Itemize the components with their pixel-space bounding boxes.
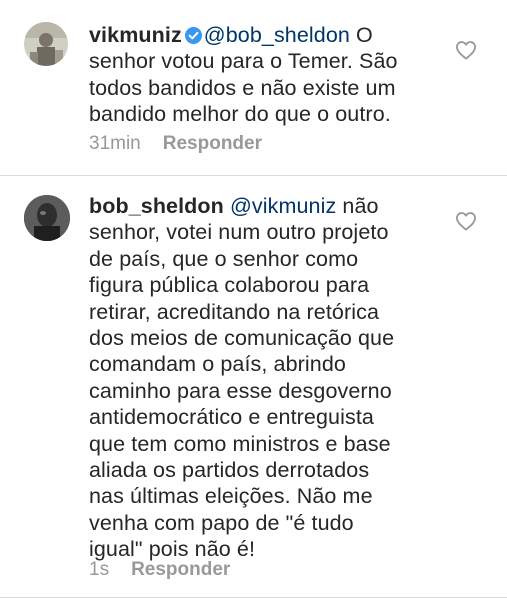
comment-line: figura pública colaborou para	[89, 273, 370, 298]
comment-bob-sheldon: bob_sheldon @vikmuniz não senhor, votei …	[0, 176, 507, 600]
comment-line: senhor, votei num outro projeto	[89, 220, 389, 245]
comment-timestamp: 31min	[89, 133, 141, 154]
comment-meta: 31min Responder	[89, 133, 262, 155]
username[interactable]: bob_sheldon	[89, 194, 224, 218]
comment-first-line: vikmuniz @bob_sheldon O	[89, 22, 398, 48]
like-heart-icon[interactable]	[455, 211, 477, 231]
bottom-divider	[0, 597, 507, 598]
mention-link[interactable]: @bob_sheldon	[204, 23, 350, 47]
verified-badge-icon	[184, 24, 202, 44]
comment-line: antidemocrático e entreguista	[89, 405, 374, 430]
like-heart-icon[interactable]	[455, 40, 477, 60]
comment-line: aliada os partidos derrotados	[89, 458, 370, 483]
avatar-image	[24, 22, 68, 66]
comment-line: não	[336, 194, 379, 218]
comment-timestamp: 1s	[89, 559, 110, 580]
comment-line: senhor votou para o Temer. São	[89, 49, 398, 74]
comment-line: comandam o país, abrindo	[89, 352, 346, 377]
comment-line: retirar, acreditando na retórica	[89, 299, 380, 324]
mention-link[interactable]: @vikmuniz	[230, 194, 336, 218]
reply-button[interactable]: Responder	[131, 559, 230, 580]
comment-text: vikmuniz @bob_sheldon O senhor votou para…	[89, 22, 398, 128]
comment-first-line: bob_sheldon @vikmuniz não	[89, 193, 394, 219]
comment-line: de país, que o senhor como	[89, 246, 359, 271]
comment-line: venha com papo de "é tudo	[89, 510, 354, 535]
comment-text: bob_sheldon @vikmuniz não senhor, votei …	[89, 193, 394, 563]
comment-line: que tem como ministros e base	[89, 431, 391, 456]
avatar-image	[24, 195, 70, 241]
comment-line: dos meios de comunicação que	[89, 326, 395, 351]
reply-button[interactable]: Responder	[163, 133, 262, 154]
username[interactable]: vikmuniz	[89, 23, 182, 47]
avatar[interactable]	[24, 22, 68, 66]
avatar[interactable]	[24, 195, 70, 241]
comment-meta: 1s Responder	[89, 559, 230, 581]
comment-line: todos bandidos e não existe um	[89, 75, 396, 100]
comment-vikmuniz: vikmuniz @bob_sheldon O senhor votou para…	[0, 0, 507, 178]
comment-line: bandido melhor do que o outro.	[89, 102, 391, 127]
comment-line: nas últimas eleições. Não me	[89, 484, 373, 509]
comment-line: O	[349, 23, 373, 47]
comment-line: caminho para esse desgoverno	[89, 378, 392, 403]
